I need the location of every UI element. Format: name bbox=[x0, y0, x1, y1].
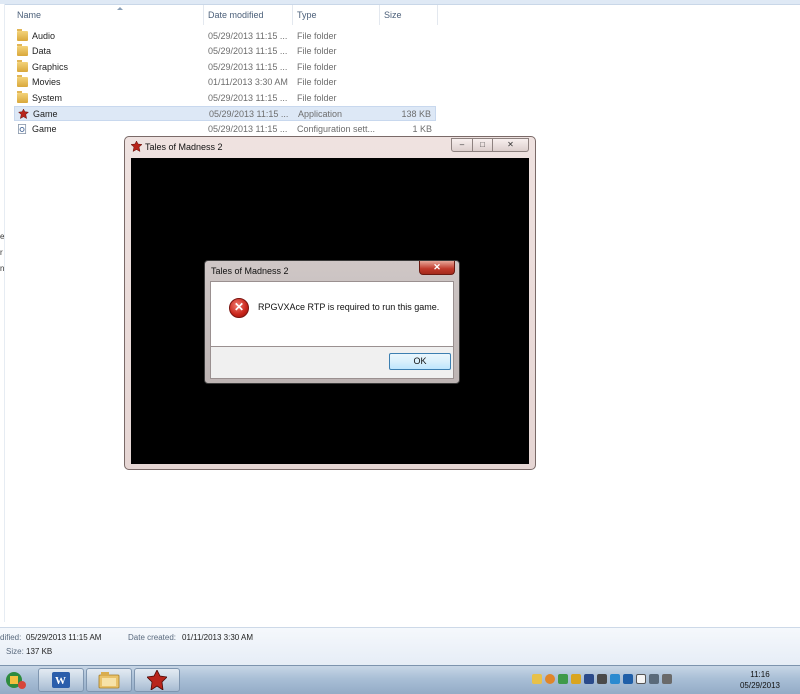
shield-icon[interactable] bbox=[571, 674, 581, 684]
file-date: 05/29/2013 11:15 ... bbox=[208, 46, 288, 56]
file-type: Application bbox=[298, 109, 343, 119]
messenger-icon[interactable] bbox=[545, 674, 555, 684]
file-date: 01/11/2013 3:30 AM bbox=[208, 77, 288, 87]
file-name: Data bbox=[32, 46, 52, 56]
file-size: 138 KB bbox=[401, 109, 431, 119]
config-file-icon bbox=[18, 124, 27, 134]
folder-icon bbox=[17, 75, 28, 87]
size-value: 137 KB bbox=[26, 647, 53, 656]
explorer-taskbar-button[interactable] bbox=[86, 668, 132, 692]
game-app-icon bbox=[131, 141, 142, 152]
created-value: 01/11/2013 3:30 AM bbox=[182, 633, 254, 642]
column-header-date-modified[interactable]: Date modified bbox=[204, 5, 293, 25]
folder-icon bbox=[17, 91, 28, 103]
file-type: File folder bbox=[297, 46, 337, 56]
file-name: Game bbox=[32, 124, 57, 134]
file-size: 1 KB bbox=[412, 124, 432, 134]
file-row-graphics[interactable]: Graphics 05/29/2013 11:15 ... File folde… bbox=[14, 60, 436, 75]
bluetooth-icon[interactable] bbox=[610, 674, 620, 684]
file-row-game-exe[interactable]: Game 05/29/2013 11:15 ... Application 13… bbox=[14, 106, 436, 121]
nav-pane-text: e bbox=[0, 232, 5, 241]
network-app-icon[interactable] bbox=[558, 674, 568, 684]
column-header-label: Date modified bbox=[208, 10, 264, 20]
taskbar: W 11:16 05/29/2013 bbox=[0, 665, 800, 694]
file-row-audio[interactable]: Audio 05/29/2013 11:15 ... File folder bbox=[14, 29, 436, 44]
error-icon: ✕ bbox=[229, 298, 249, 318]
hardware-icon[interactable] bbox=[584, 674, 594, 684]
dialog-body: ✕ RPGVXAce RTP is required to run this g… bbox=[210, 281, 454, 347]
file-name: Movies bbox=[32, 77, 61, 87]
flag-icon[interactable] bbox=[636, 674, 646, 684]
game-taskbar-button[interactable] bbox=[134, 668, 180, 692]
navigation-pane-edge: e r n bbox=[0, 4, 5, 622]
dialog-message: RPGVXAce RTP is required to run this gam… bbox=[258, 302, 440, 312]
file-date: 05/29/2013 11:15 ... bbox=[208, 124, 288, 134]
caption-buttons: – □ ✕ bbox=[451, 138, 529, 153]
file-name: Audio bbox=[32, 31, 56, 41]
modified-value: 05/29/2013 11:15 AM bbox=[26, 633, 102, 642]
start-icon[interactable] bbox=[4, 669, 28, 691]
network-icon[interactable] bbox=[649, 674, 659, 684]
clock[interactable]: 11:16 05/29/2013 bbox=[740, 669, 780, 691]
folder-icon bbox=[17, 29, 28, 41]
column-header-type[interactable]: Type bbox=[293, 5, 380, 25]
display-icon[interactable] bbox=[623, 674, 633, 684]
file-date: 05/29/2013 11:15 ... bbox=[208, 31, 288, 41]
column-header-label: Name bbox=[17, 10, 42, 20]
details-pane: dified: 05/29/2013 11:15 AM Date created… bbox=[0, 627, 800, 666]
file-row-game-config[interactable]: Game 05/29/2013 11:15 ... Configuration … bbox=[14, 122, 436, 137]
close-button[interactable]: ✕ bbox=[493, 138, 529, 152]
game-icon bbox=[147, 670, 167, 690]
dialog-footer: OK bbox=[210, 347, 454, 379]
mail-icon[interactable] bbox=[532, 674, 542, 684]
dialog-title: Tales of Madness 2 bbox=[211, 266, 289, 276]
game-window-title: Tales of Madness 2 bbox=[145, 142, 223, 152]
file-name: Game bbox=[33, 109, 58, 119]
game-exe-icon bbox=[18, 109, 29, 119]
file-row-data[interactable]: Data 05/29/2013 11:15 ... File folder bbox=[14, 44, 436, 59]
svg-text:W: W bbox=[55, 675, 66, 687]
file-type: File folder bbox=[297, 93, 337, 103]
volume-icon[interactable] bbox=[662, 674, 672, 684]
folder-icon bbox=[17, 60, 28, 72]
clock-date: 05/29/2013 bbox=[739, 681, 780, 690]
system-tray bbox=[532, 674, 672, 686]
file-name: System bbox=[32, 93, 63, 103]
nav-pane-text: r bbox=[0, 248, 3, 257]
column-header-label: Size bbox=[384, 10, 402, 20]
sort-ascending-icon bbox=[117, 7, 123, 10]
file-type: File folder bbox=[297, 77, 337, 87]
file-row-movies[interactable]: Movies 01/11/2013 3:30 AM File folder bbox=[14, 75, 436, 90]
dialog-close-button[interactable]: ✕ bbox=[419, 261, 455, 275]
size-label: Size: bbox=[6, 647, 24, 656]
file-date: 05/29/2013 11:15 ... bbox=[208, 93, 288, 103]
file-date: 05/29/2013 11:15 ... bbox=[209, 109, 289, 119]
word-icon: W bbox=[52, 672, 70, 688]
file-type: File folder bbox=[297, 31, 337, 41]
file-row-system[interactable]: System 05/29/2013 11:15 ... File folder bbox=[14, 91, 436, 106]
file-date: 05/29/2013 11:15 ... bbox=[208, 62, 288, 72]
explorer-icon bbox=[98, 672, 120, 689]
created-label: Date created: bbox=[128, 633, 177, 642]
error-dialog[interactable]: Tales of Madness 2 ✕ ✕ RPGVXAce RTP is r… bbox=[204, 260, 460, 384]
maximize-button[interactable]: □ bbox=[473, 138, 493, 152]
clock-time: 11:16 bbox=[750, 670, 770, 679]
speaker-icon[interactable] bbox=[597, 674, 607, 684]
modified-label: dified: bbox=[0, 633, 22, 642]
nav-pane-text: n bbox=[0, 264, 5, 273]
word-taskbar-button[interactable]: W bbox=[38, 668, 84, 692]
file-type: Configuration sett... bbox=[297, 124, 376, 134]
file-type: File folder bbox=[297, 62, 337, 72]
ok-button[interactable]: OK bbox=[389, 353, 451, 370]
folder-icon bbox=[17, 44, 28, 56]
column-header-label: Type bbox=[297, 10, 317, 20]
column-header-name[interactable]: Name bbox=[13, 5, 204, 25]
file-name: Graphics bbox=[32, 62, 69, 72]
column-header-size[interactable]: Size bbox=[380, 5, 438, 25]
minimize-button[interactable]: – bbox=[451, 138, 473, 152]
